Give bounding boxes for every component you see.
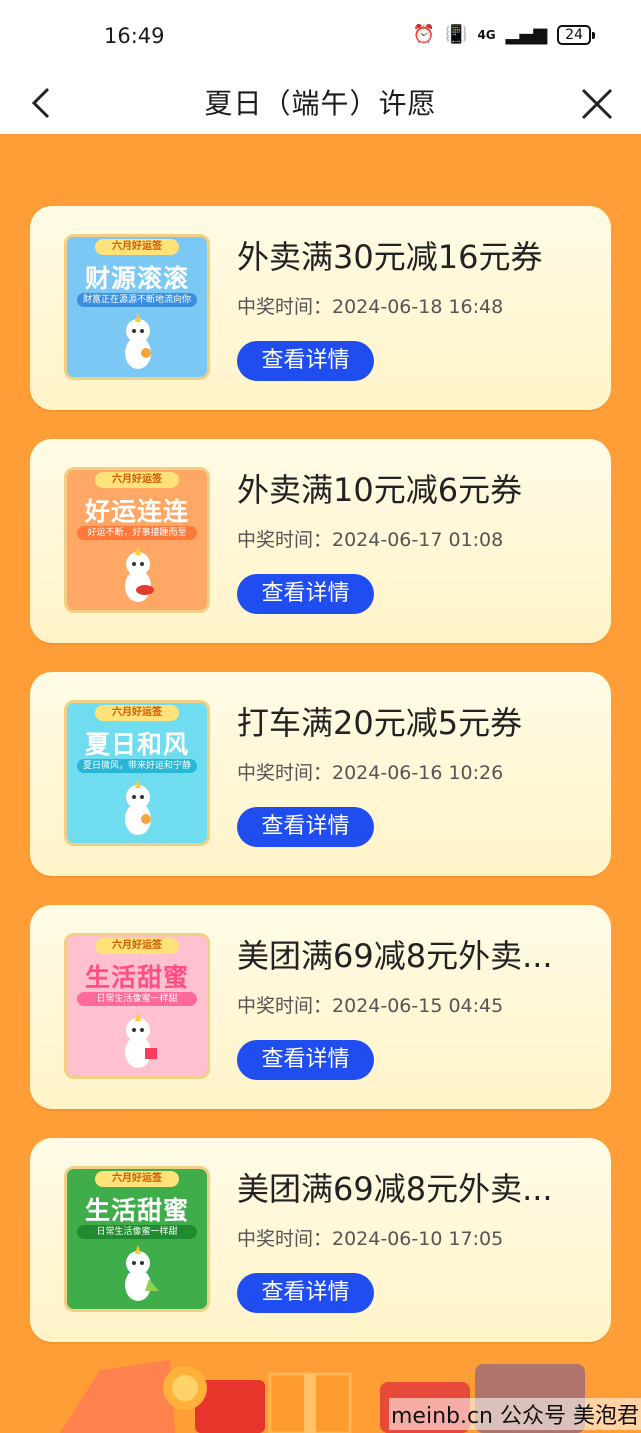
thumb-subtitle: 夏日微风，带来好运和宁静	[77, 759, 197, 773]
prize-title: 外卖满30元减16元券	[237, 238, 543, 276]
unicorn-mascot-icon	[125, 779, 151, 835]
view-details-button[interactable]: 查看详情	[237, 807, 374, 847]
prize-card: 六月好运签 财源滚滚 财富正在源源不断地流向你 外卖满30元减16元券 中奖时间…	[30, 206, 611, 410]
prize-title: 打车满20元减5元券	[237, 704, 523, 742]
thumb-tag: 六月好运签	[95, 938, 179, 954]
thumb-title: 生活甜蜜	[84, 963, 189, 992]
prize-thumbnail: 六月好运签 财源滚滚 财富正在源源不断地流向你	[64, 234, 210, 380]
unicorn-mascot-icon	[125, 313, 151, 369]
thumb-title: 夏日和风	[84, 730, 189, 759]
view-details-button[interactable]: 查看详情	[237, 574, 374, 614]
network-label: 4G	[477, 27, 496, 42]
prize-list: 六月好运签 财源滚滚 财富正在源源不断地流向你 外卖满30元减16元券 中奖时间…	[30, 206, 611, 1371]
signal-icon: ▂▄▆	[505, 24, 548, 45]
status-time: 16:49	[104, 24, 165, 48]
close-icon	[581, 88, 613, 120]
view-details-button[interactable]: 查看详情	[237, 1040, 374, 1080]
prize-title: 美团满69减8元外卖...	[237, 1170, 553, 1208]
thumb-title: 好运连连	[84, 497, 189, 526]
prize-time: 中奖时间：2024-06-15 04:45	[237, 995, 504, 1017]
prize-card: 六月好运签 好运连连 好运不断，好事接踵而至 外卖满10元减6元券 中奖时间：2…	[30, 439, 611, 643]
thumb-title: 生活甜蜜	[84, 1196, 189, 1225]
prize-title: 美团满69减8元外卖...	[237, 937, 553, 975]
thumb-tag: 六月好运签	[95, 705, 179, 721]
prize-thumbnail: 六月好运签 生活甜蜜 日常生活像蜜一样甜	[64, 933, 210, 1079]
thumb-title: 财源滚滚	[84, 264, 189, 293]
thumb-tag: 六月好运签	[95, 1171, 179, 1187]
prize-time: 中奖时间：2024-06-18 16:48	[237, 296, 504, 318]
page-title: 夏日（端午）许愿	[204, 87, 437, 120]
prize-thumbnail: 六月好运签 生活甜蜜 日常生活像蜜一样甜	[64, 1166, 210, 1312]
unicorn-mascot-icon	[125, 1012, 157, 1068]
thumb-subtitle: 日常生活像蜜一样甜	[77, 992, 197, 1006]
view-details-button[interactable]: 查看详情	[237, 1273, 374, 1313]
thumb-subtitle: 财富正在源源不断地流向你	[77, 293, 197, 307]
nav-bar: 夏日（端午）许愿	[0, 70, 641, 134]
alarm-icon: ⏰	[412, 24, 436, 45]
thumb-subtitle: 日常生活像蜜一样甜	[77, 1225, 197, 1239]
prize-card: 六月好运签 夏日和风 夏日微风，带来好运和宁静 打车满20元减5元券 中奖时间：…	[30, 672, 611, 876]
status-bar: 16:49 ⏰ 📳 4G ▂▄▆ 24	[0, 0, 641, 70]
prize-title: 外卖满10元减6元券	[237, 471, 523, 509]
view-details-button[interactable]: 查看详情	[237, 341, 374, 381]
status-icons: ⏰ 📳 4G ▂▄▆ 24	[412, 24, 595, 45]
prize-thumbnail: 六月好运签 好运连连 好运不断，好事接踵而至	[64, 467, 210, 613]
thumb-tag: 六月好运签	[95, 239, 179, 255]
prize-time: 中奖时间：2024-06-17 01:08	[237, 529, 504, 551]
battery-icon: 24	[557, 24, 595, 45]
thumb-subtitle: 好运不断，好事接踵而至	[77, 526, 197, 540]
prize-thumbnail: 六月好运签 夏日和风 夏日微风，带来好运和宁静	[64, 700, 210, 846]
unicorn-mascot-icon	[125, 546, 154, 602]
watermark-text: meinb.cn 公众号 美泡君	[388, 1398, 641, 1430]
unicorn-mascot-icon	[125, 1245, 159, 1301]
thumb-tag: 六月好运签	[95, 472, 179, 488]
vibrate-icon: 📳	[445, 24, 468, 45]
prize-time: 中奖时间：2024-06-16 10:26	[237, 762, 504, 784]
close-button[interactable]	[575, 78, 619, 126]
prize-card: 六月好运签 生活甜蜜 日常生活像蜜一样甜 美团满69减8元外卖... 中奖时间：…	[30, 905, 611, 1109]
prize-time: 中奖时间：2024-06-10 17:05	[237, 1228, 504, 1250]
prize-card: 六月好运签 生活甜蜜 日常生活像蜜一样甜 美团满69减8元外卖... 中奖时间：…	[30, 1138, 611, 1342]
